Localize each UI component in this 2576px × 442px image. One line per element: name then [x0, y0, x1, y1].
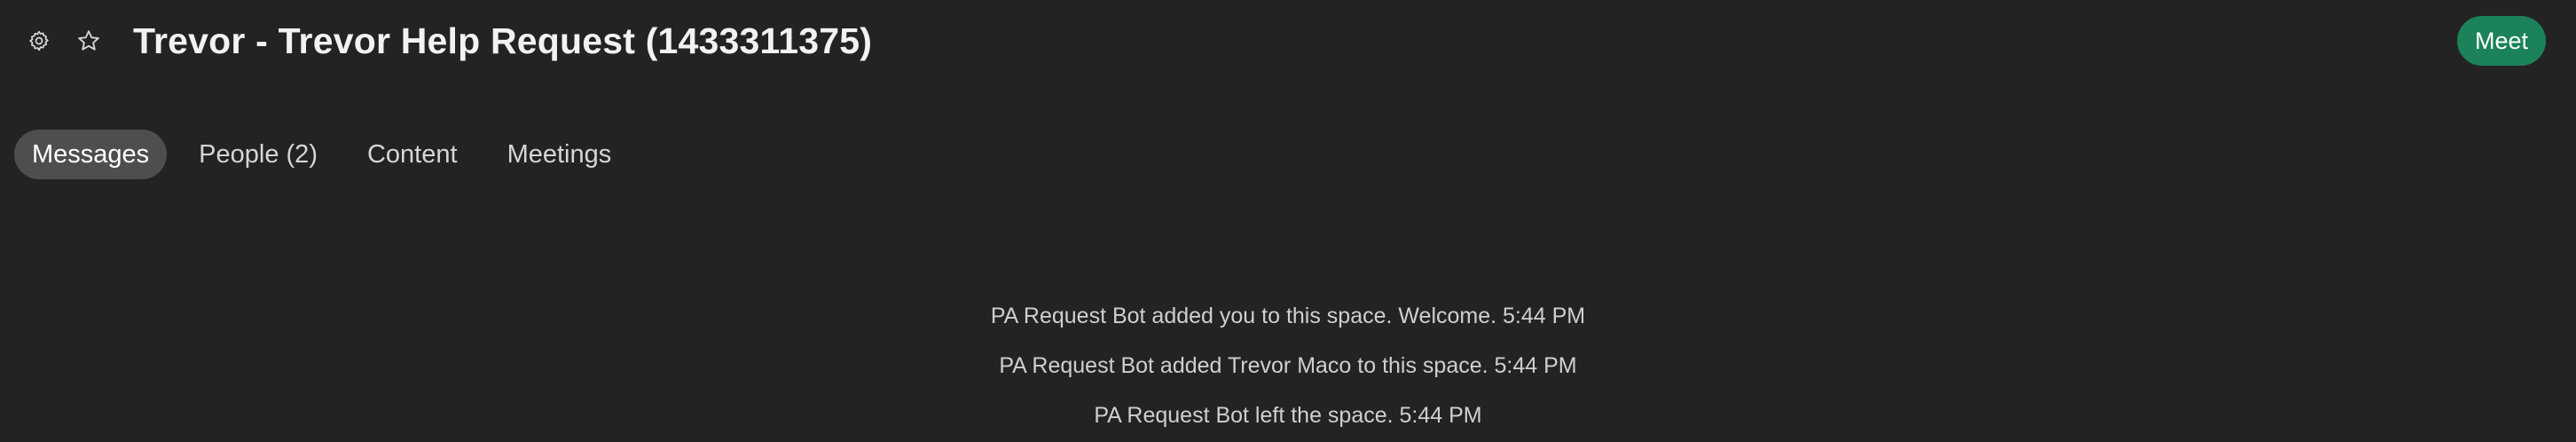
tab-people[interactable]: People (2) [181, 130, 335, 179]
activity-message: PA Request Bot added you to this space. … [990, 304, 1586, 328]
tab-meetings[interactable]: Meetings [490, 130, 630, 179]
space-header: Trevor - Trevor Help Request (1433311375… [0, 0, 2576, 82]
star-icon[interactable] [69, 21, 108, 60]
space-title: Trevor - Trevor Help Request (1433311375… [133, 20, 873, 61]
meet-button[interactable]: Meet [2457, 16, 2546, 66]
tab-content[interactable]: Content [349, 130, 475, 179]
activity-message: PA Request Bot added Trevor Maco to this… [999, 353, 1577, 378]
activity-feed: PA Request Bot added you to this space. … [0, 291, 2576, 440]
activity-message: PA Request Bot left the space. 5:44 PM [1094, 403, 1482, 428]
tab-messages[interactable]: Messages [14, 130, 168, 179]
space-window: Trevor - Trevor Help Request (1433311375… [0, 0, 2576, 442]
space-tabs: Messages People (2) Content Meetings [14, 130, 643, 179]
gear-icon[interactable] [20, 21, 59, 60]
